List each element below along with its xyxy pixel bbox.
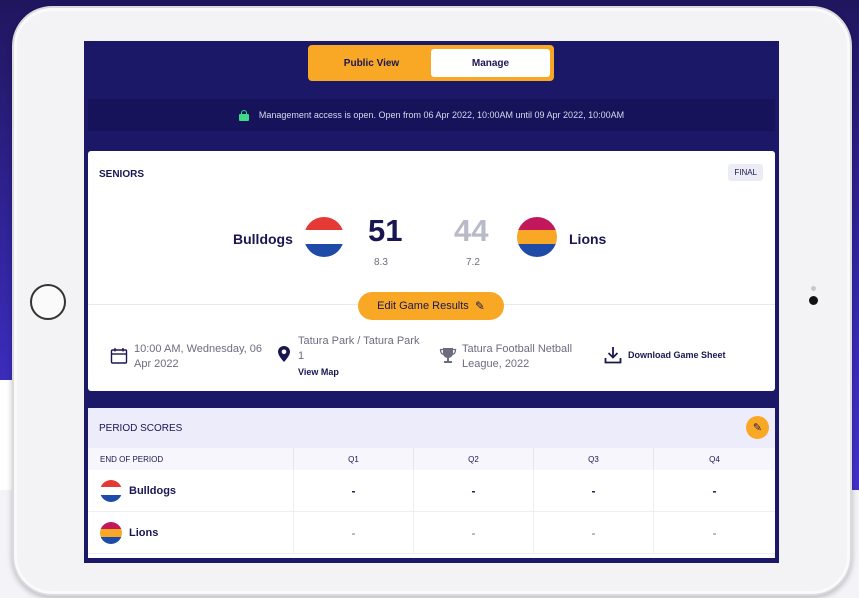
- datetime-line-1: 10:00 AM, Wednesday, 06: [134, 343, 263, 355]
- tablet-sensor: [811, 286, 816, 291]
- access-notice: Management access is open. Open from 06 …: [88, 99, 775, 131]
- venue-line-2: 1: [298, 350, 305, 362]
- away-score: 44: [454, 213, 489, 248]
- tablet-home-button: [30, 284, 66, 320]
- map-pin-icon: [278, 346, 290, 362]
- calendar-icon: [110, 348, 128, 364]
- team-name: Bulldogs: [129, 485, 177, 497]
- access-notice-text: Management access is open. Open from 06 …: [258, 110, 625, 120]
- lock-icon: [238, 109, 249, 121]
- period-scores-section: PERIOD SCORES ✎ END OF PERIOD Q1 Q2 Q3 Q…: [88, 408, 775, 558]
- edit-game-results-button[interactable]: Edit Game Results ✎: [358, 292, 504, 320]
- trophy-icon: [439, 348, 457, 363]
- team-name: Lions: [129, 527, 159, 539]
- score-cell: -: [294, 470, 414, 512]
- table-row: Lions - - - -: [88, 512, 775, 554]
- score-cell: -: [534, 512, 654, 554]
- score-cell: -: [712, 484, 717, 498]
- app-screen: Public View Manage Management access is …: [84, 41, 779, 563]
- away-team-flag: [517, 217, 557, 257]
- score-cell: -: [414, 470, 534, 512]
- lions-flag: [100, 522, 122, 544]
- match-datetime: 10:00 AM, Wednesday, 06 Apr 2022: [134, 342, 262, 372]
- pencil-icon: ✎: [752, 422, 763, 434]
- table-row: Bulldogs - - - -: [88, 470, 775, 512]
- league-line-1: Tatura Football Netball: [462, 343, 573, 355]
- bulldogs-flag: [100, 480, 122, 502]
- edit-period-scores-button[interactable]: ✎: [746, 416, 769, 439]
- score-cell: -: [712, 526, 717, 540]
- score-cell: -: [414, 512, 534, 554]
- home-score-breakdown: 8.3: [374, 257, 388, 268]
- league-line-2: League, 2022: [462, 358, 530, 370]
- score-cell: -: [534, 470, 654, 512]
- manage-tab[interactable]: Manage: [431, 49, 550, 77]
- edit-game-results-label: Edit Game Results: [377, 300, 469, 312]
- score-cell: -: [294, 512, 414, 554]
- home-team-name: Bulldogs: [233, 231, 293, 247]
- tablet-camera: [809, 296, 818, 305]
- home-score: 51: [368, 213, 403, 248]
- view-map-link[interactable]: View Map: [298, 367, 339, 377]
- download-game-sheet-button[interactable]: Download Game Sheet: [604, 346, 726, 364]
- home-team-flag: [304, 217, 344, 257]
- column-header-q2: Q2: [414, 448, 534, 470]
- pencil-icon: ✎: [474, 299, 485, 313]
- column-header-q3: Q3: [534, 448, 654, 470]
- match-venue: Tatura Park / Tatura Park 1: [298, 334, 419, 364]
- venue-line-1: Tatura Park / Tatura Park: [298, 335, 420, 347]
- period-scores-title: PERIOD SCORES: [88, 408, 775, 448]
- status-badge: FINAL: [728, 164, 763, 181]
- away-score-breakdown: 7.2: [466, 257, 480, 268]
- away-team-name: Lions: [569, 231, 607, 247]
- column-header-q1: Q1: [294, 448, 414, 470]
- grade-label: SENIORS: [99, 169, 145, 180]
- public-view-tab[interactable]: Public View: [312, 49, 431, 77]
- column-header-end-of-period: END OF PERIOD: [88, 448, 294, 470]
- download-game-sheet-label: Download Game Sheet: [628, 350, 726, 360]
- view-toggle: Public View Manage: [308, 45, 554, 81]
- match-card: SENIORS FINAL Bulldogs 51 8.3 44 7.2 Lio…: [88, 151, 775, 391]
- team-cell: Bulldogs: [88, 470, 294, 512]
- column-header-q4: Q4: [654, 448, 775, 470]
- team-cell: Lions: [88, 512, 294, 554]
- datetime-line-2: Apr 2022: [134, 358, 179, 370]
- league-info: Tatura Football Netball League, 2022: [462, 342, 572, 372]
- download-icon: [604, 347, 622, 364]
